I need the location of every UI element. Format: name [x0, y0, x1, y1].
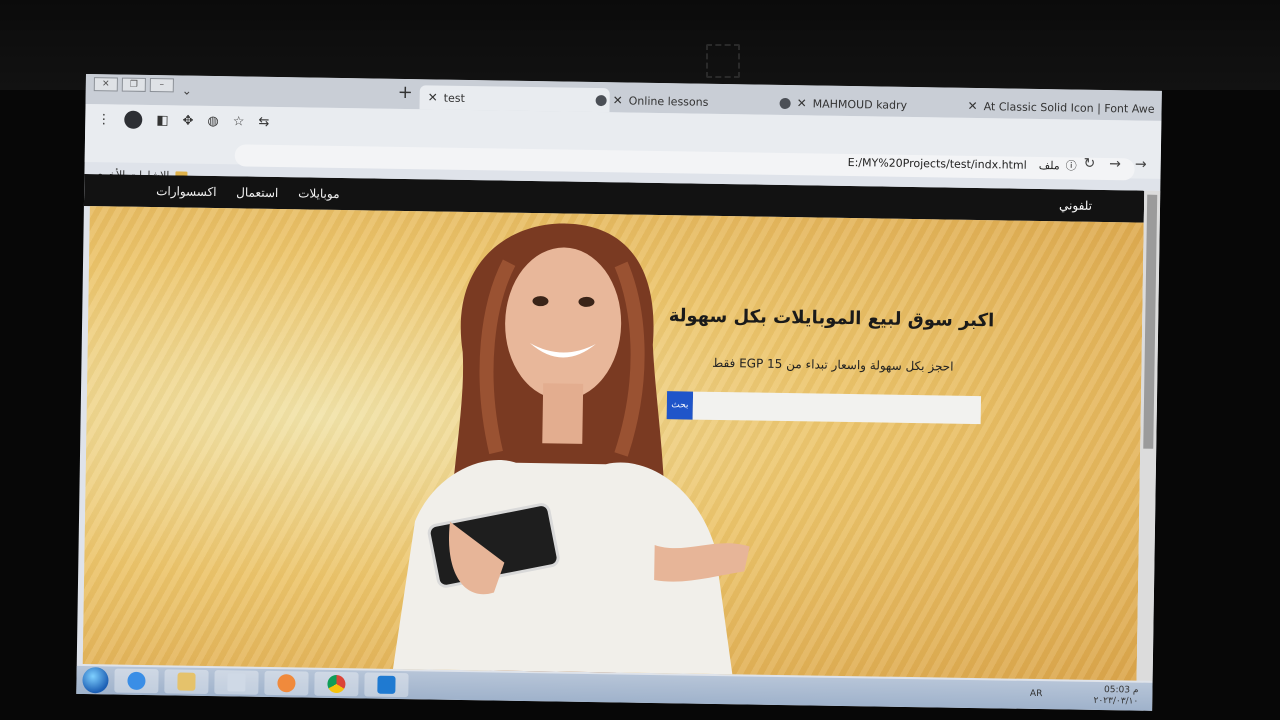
clock-time: 05:03 م [1103, 685, 1139, 696]
reload-icon[interactable]: ↻ [1083, 156, 1095, 172]
tab-search-chevron-icon[interactable]: ⌄ [182, 84, 192, 98]
menu-icon[interactable]: ⋮ [97, 112, 110, 127]
taskbar-vscode[interactable] [364, 672, 409, 698]
side-panel-icon[interactable]: ◧ [156, 113, 169, 128]
hero-woman-image [392, 223, 750, 677]
globe-icon [779, 97, 791, 109]
screen: ✕ ❐ – ⌄ + ✕ test ✕ Online lessons ✕ MAHM… [76, 74, 1162, 711]
tab-label: Online lessons [628, 94, 709, 109]
tab-label: At Classic Solid Icon | Font Awe [983, 99, 1155, 116]
nav-link-mobiles[interactable]: موبايلات [298, 186, 340, 201]
tab-label: MAHMOUD kadry [812, 96, 908, 112]
share-icon[interactable]: ⇆ [258, 114, 269, 129]
search-input[interactable] [692, 391, 982, 425]
new-tab-button[interactable]: + [398, 82, 413, 103]
tab-mahmoud-kadry[interactable]: ✕ MAHMOUD kadry [771, 91, 951, 118]
toolbar-icons: ⋮ ◧ ✥ ◍ ☆ ⇆ [97, 110, 269, 131]
window-icon [227, 673, 246, 692]
address-bar-url[interactable]: E:/MY%20Projects/test/indx.html [848, 156, 1027, 172]
media-player-icon [277, 674, 296, 693]
start-button[interactable] [82, 667, 109, 694]
close-window-icon[interactable]: ✕ [93, 77, 118, 92]
folder-icon [177, 672, 196, 691]
nav-link-used[interactable]: استعمال [236, 185, 278, 200]
language-indicator[interactable]: AR [1030, 689, 1043, 699]
site-brand[interactable]: تلفوني [1059, 198, 1092, 213]
scrollbar-thumb[interactable] [1143, 194, 1158, 449]
search-form: بحث [666, 391, 982, 425]
clock-date: ٢٠٢٣/٠٣/١٠ [1093, 695, 1139, 707]
nav-link-accessories[interactable]: اكسسوارات [156, 184, 217, 199]
taskbar-chrome[interactable] [314, 671, 359, 697]
extensions-icon[interactable]: ✥ [182, 113, 193, 128]
profile-avatar[interactable] [124, 110, 143, 129]
close-tab-icon[interactable]: ✕ [797, 96, 807, 110]
info-icon: ⓘ [1065, 159, 1077, 173]
window-controls: ✕ ❐ – [93, 77, 174, 93]
globe-icon [595, 94, 607, 106]
restore-window-icon[interactable]: ❐ [121, 77, 146, 92]
extension-globe-icon[interactable]: ◍ [207, 113, 219, 128]
close-tab-icon[interactable]: ✕ [613, 93, 623, 107]
web-page: موبايلات استعمال اكسسوارات تلفوني اكبر س… [77, 173, 1145, 681]
system-clock[interactable]: 05:03 م ٢٠٢٣/٠٣/١٠ [1093, 685, 1138, 708]
vscode-icon [377, 675, 396, 694]
tab-label: test [443, 91, 465, 105]
close-tab-icon[interactable]: ✕ [428, 90, 438, 104]
site-info-label: ملف [1038, 158, 1060, 172]
tab-online-lessons[interactable]: ✕ Online lessons [587, 88, 775, 115]
site-info[interactable]: ملف ⓘ [1039, 157, 1077, 174]
back-icon[interactable]: → [1135, 156, 1147, 172]
close-tab-icon[interactable]: ✕ [967, 99, 977, 113]
tab-test[interactable]: ✕ test [419, 85, 610, 113]
webcam [706, 44, 740, 78]
taskbar-media[interactable] [264, 670, 309, 696]
search-button[interactable]: بحث [666, 391, 694, 420]
taskbar-ie[interactable] [114, 668, 159, 694]
bookmark-star-icon[interactable]: ☆ [233, 114, 245, 129]
taskbar-explorer[interactable] [164, 669, 209, 694]
minimize-window-icon[interactable]: – [149, 78, 174, 93]
navigation-buttons: ↻ → → [1083, 156, 1146, 173]
taskbar-window[interactable] [214, 670, 259, 695]
forward-icon[interactable]: → [1109, 156, 1121, 172]
tab-font-awesome[interactable]: ✕ At Classic Solid Icon | Font Awe [953, 94, 1159, 121]
hero-section: اكبر سوق لبيع الموبايلات بكل سهولة احجز … [82, 206, 1144, 681]
internet-explorer-icon [127, 671, 146, 691]
chrome-icon [327, 674, 346, 694]
